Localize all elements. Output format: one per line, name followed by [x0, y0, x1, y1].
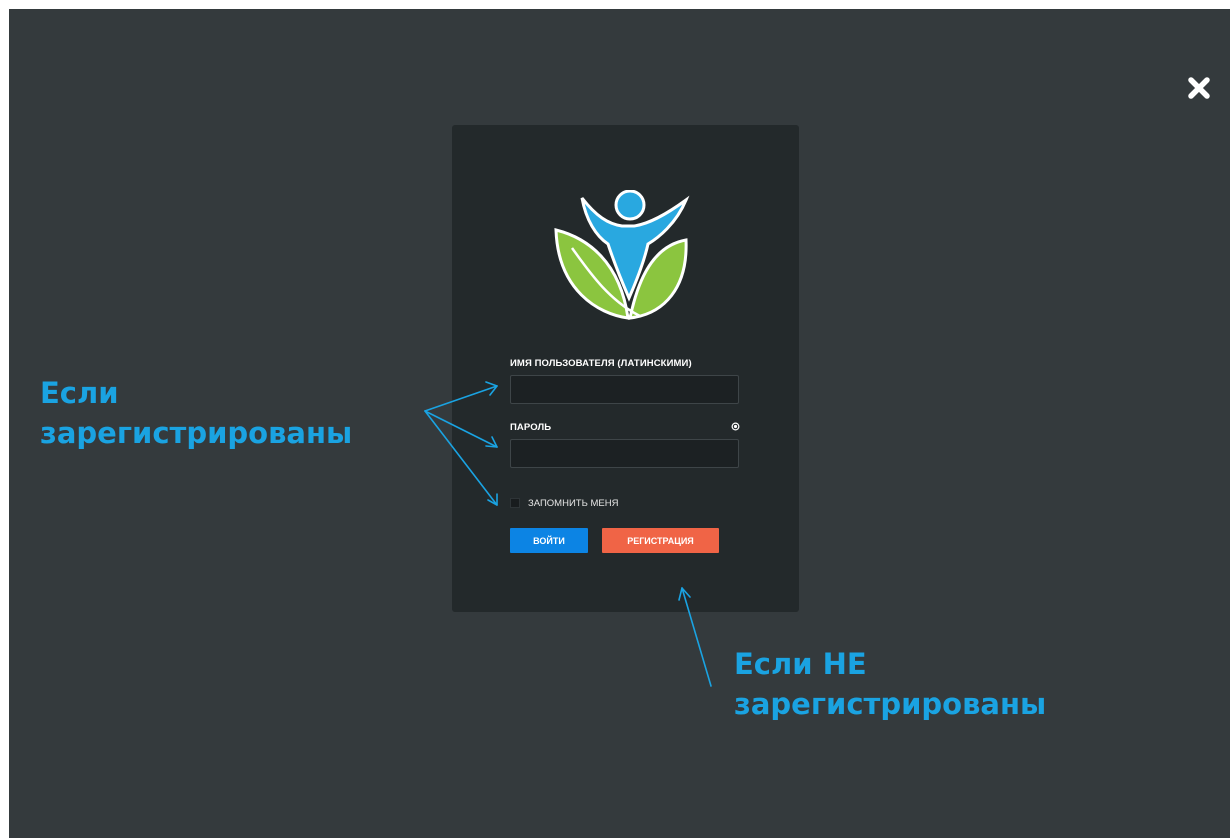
annotation-not-registered: Если НЕ зарегистрированы	[734, 644, 1046, 724]
person-leaves-logo	[554, 190, 690, 320]
login-button[interactable]: ВОЙТИ	[510, 528, 588, 553]
username-input[interactable]	[510, 375, 739, 404]
remember-me-row[interactable]: ЗАПОМНИТЬ МЕНЯ	[510, 497, 618, 509]
password-label: ПАРОЛЬ	[510, 422, 552, 433]
register-button[interactable]: РЕГИСТРАЦИЯ	[602, 528, 719, 553]
annotation-registered: Если зарегистрированы	[40, 373, 352, 453]
login-panel: ИМЯ ПОЛЬЗОВАТЕЛЯ (ЛАТИНСКИМИ) ПАРОЛЬ ЗАП…	[452, 125, 799, 612]
annotation-registered-line-1: Если	[40, 376, 119, 410]
remember-me-label: ЗАПОМНИТЬ МЕНЯ	[528, 497, 619, 509]
password-input[interactable]	[510, 439, 739, 468]
username-label: ИМЯ ПОЛЬЗОВАТЕЛЯ (ЛАТИНСКИМИ)	[510, 358, 692, 369]
remember-me-checkbox[interactable]	[510, 498, 520, 508]
annotation-not-registered-line-1: Если НЕ	[734, 647, 867, 681]
annotation-not-registered-line-2: зарегистрированы	[734, 687, 1047, 721]
question-circle-icon[interactable]	[731, 422, 740, 431]
close-icon[interactable]	[1185, 74, 1213, 102]
annotation-registered-line-2: зарегистрированы	[40, 416, 353, 450]
